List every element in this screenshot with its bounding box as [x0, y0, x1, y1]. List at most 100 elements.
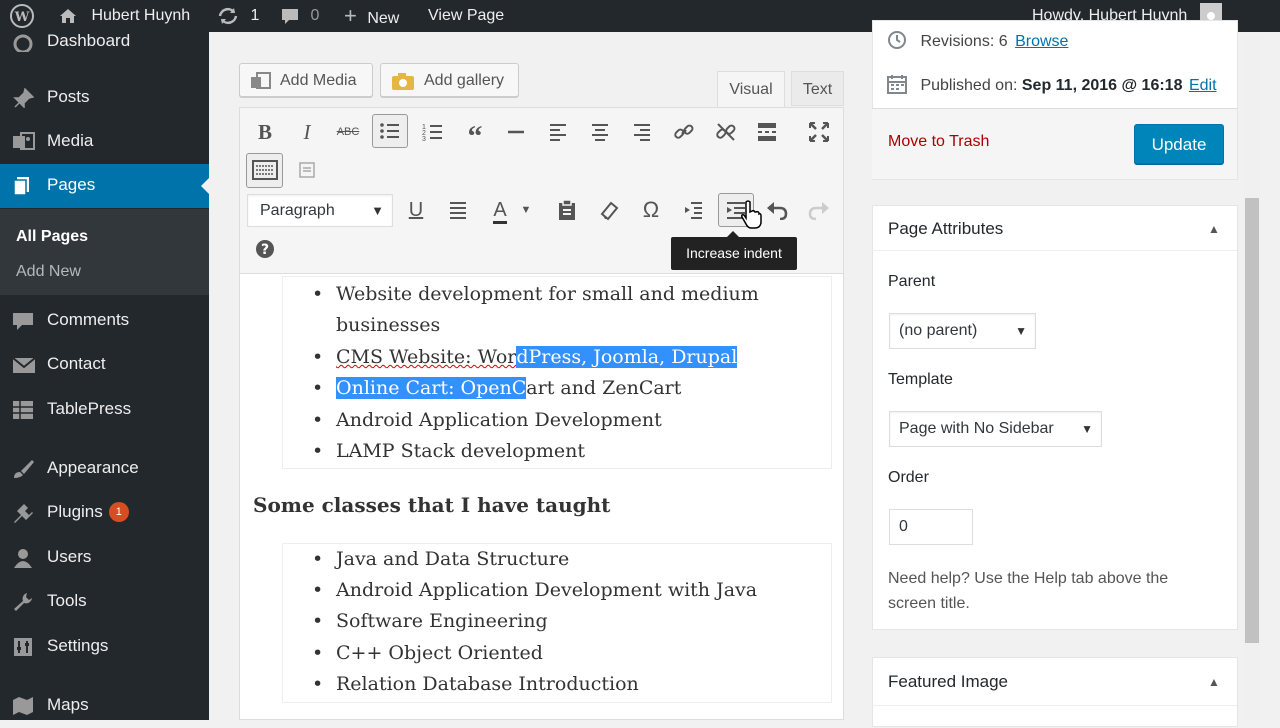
- menu-posts[interactable]: Posts: [0, 76, 209, 120]
- move-to-trash-link[interactable]: Move to Trash: [888, 133, 989, 151]
- list-item: Java and Data Structure: [312, 548, 569, 570]
- edit-date-link[interactable]: Edit: [1189, 77, 1217, 94]
- blockquote-icon[interactable]: “: [460, 117, 490, 153]
- updates-link[interactable]: 1: [216, 0, 259, 32]
- menu-pages[interactable]: Pages: [0, 164, 209, 208]
- underline-icon[interactable]: U: [401, 195, 431, 225]
- tab-visual[interactable]: Visual: [717, 71, 785, 108]
- paste-text-icon[interactable]: [292, 155, 322, 185]
- menu-maps[interactable]: Maps: [0, 684, 209, 728]
- menu-tools[interactable]: Tools: [0, 580, 209, 624]
- decrease-indent-icon[interactable]: [678, 195, 708, 225]
- text-color-dropdown-icon[interactable]: ▼: [516, 195, 536, 225]
- page-attributes-title[interactable]: Page Attributes: [888, 219, 1003, 239]
- pages-submenu: All Pages Add New: [0, 209, 209, 295]
- align-left-icon[interactable]: [543, 117, 573, 147]
- list-item: LAMP Stack development: [312, 440, 585, 462]
- insert-link-icon[interactable]: [669, 117, 699, 147]
- caret-down-icon: ▼: [371, 203, 384, 218]
- format-select[interactable]: Paragraph ▼: [247, 194, 393, 227]
- align-right-icon[interactable]: [627, 117, 657, 147]
- pages-icon: [12, 176, 36, 196]
- text-color-icon[interactable]: A: [485, 195, 515, 225]
- submenu-all-pages[interactable]: All Pages: [16, 228, 88, 246]
- read-more-icon[interactable]: [752, 117, 782, 147]
- menu-label: Tools: [47, 591, 87, 610]
- menu-dashboard[interactable]: Dashboard: [0, 20, 209, 64]
- order-label: Order: [888, 469, 929, 486]
- remove-link-icon[interactable]: [711, 117, 741, 147]
- page-scrollbar[interactable]: [1243, 36, 1261, 720]
- menu-label: Plugins 1: [47, 502, 129, 522]
- horizontal-line-icon[interactable]: [501, 117, 531, 147]
- bold-icon[interactable]: B: [250, 117, 280, 147]
- undo-icon[interactable]: [762, 195, 792, 225]
- submenu-add-new[interactable]: Add New: [16, 263, 81, 281]
- numbered-list-icon[interactable]: 123: [418, 117, 448, 147]
- collapse-arrow-icon[interactable]: ▲: [1208, 222, 1220, 236]
- format-select-value: Paragraph: [260, 202, 335, 219]
- scrollbar-thumb[interactable]: [1245, 198, 1259, 643]
- list-text: CMS Website: Wor: [336, 346, 517, 368]
- menu-contact[interactable]: Contact: [0, 343, 209, 387]
- menu-label: Comments: [47, 310, 130, 329]
- strikethrough-icon[interactable]: ABC: [333, 117, 363, 147]
- bulleted-list-icon[interactable]: [372, 114, 408, 148]
- refresh-icon: [216, 7, 244, 24]
- list-item: Android Application Development with Jav…: [312, 579, 757, 601]
- selected-text: Online Cart: OpenC: [336, 377, 527, 399]
- redo-icon[interactable]: [804, 195, 834, 225]
- justify-icon[interactable]: [443, 195, 473, 225]
- caret-down-icon: ▼: [1015, 324, 1027, 338]
- tab-text[interactable]: Text: [791, 71, 844, 106]
- svg-text:3: 3: [422, 136, 426, 142]
- add-media-button[interactable]: Add Media: [239, 63, 373, 97]
- settings-icon: [12, 637, 36, 657]
- template-select-value: Page with No Sidebar: [899, 420, 1054, 437]
- collapse-arrow-icon[interactable]: ▲: [1208, 675, 1220, 689]
- help-text-line: screen title.: [888, 595, 970, 612]
- menu-label: Users: [47, 547, 92, 566]
- menu-settings[interactable]: Settings: [0, 625, 209, 669]
- menu-media[interactable]: Media: [0, 120, 209, 164]
- menu-users[interactable]: Users: [0, 536, 209, 580]
- camera-icon: [391, 71, 415, 105]
- toolbar-toggle-icon[interactable]: [246, 153, 283, 188]
- menu-comments[interactable]: Comments: [0, 299, 209, 343]
- comments-link[interactable]: 0: [280, 0, 319, 32]
- add-gallery-button[interactable]: Add gallery: [380, 63, 519, 97]
- align-center-icon[interactable]: [585, 117, 615, 147]
- update-button[interactable]: Update: [1134, 124, 1224, 164]
- revisions-label: Revisions: 6: [920, 33, 1008, 50]
- order-input[interactable]: 0: [889, 509, 973, 545]
- fullscreen-icon[interactable]: [804, 117, 834, 147]
- template-select[interactable]: Page with No Sidebar ▼: [889, 411, 1102, 447]
- help-icon[interactable]: ?: [250, 234, 280, 264]
- increase-indent-tooltip: Increase indent: [671, 231, 797, 270]
- list-item: C++ Object Oriented: [312, 642, 543, 664]
- featured-image-divider: [872, 705, 1237, 706]
- list-item: Relation Database Introduction: [312, 673, 639, 695]
- dashboard-icon: [12, 32, 36, 54]
- browse-revisions-link[interactable]: Browse: [1015, 33, 1068, 50]
- list-item: Website development for small and medium: [312, 283, 759, 305]
- new-content-link[interactable]: + New: [344, 0, 399, 32]
- list-item: Online Cart: OpenCart and ZenCart: [312, 377, 681, 399]
- parent-select[interactable]: (no parent) ▼: [889, 313, 1036, 349]
- menu-label: Dashboard: [47, 31, 131, 50]
- featured-image-title[interactable]: Featured Image: [888, 672, 1008, 692]
- menu-tablepress[interactable]: TablePress: [0, 388, 209, 432]
- view-page-link[interactable]: View Page: [428, 0, 504, 32]
- template-label: Template: [888, 371, 953, 388]
- menu-appearance[interactable]: Appearance: [0, 447, 209, 491]
- clear-formatting-icon[interactable]: [594, 195, 624, 225]
- special-character-icon[interactable]: Ω: [636, 195, 666, 225]
- wrench-icon: [12, 592, 36, 612]
- menu-label: Posts: [47, 87, 90, 106]
- svg-text:?: ?: [261, 242, 269, 258]
- paste-as-text-icon[interactable]: [552, 195, 582, 225]
- menu-plugins[interactable]: Plugins 1: [0, 491, 209, 535]
- add-media-label: Add Media: [280, 72, 357, 89]
- content-heading: Some classes that I have taught: [253, 493, 611, 517]
- italic-icon[interactable]: I: [292, 117, 322, 147]
